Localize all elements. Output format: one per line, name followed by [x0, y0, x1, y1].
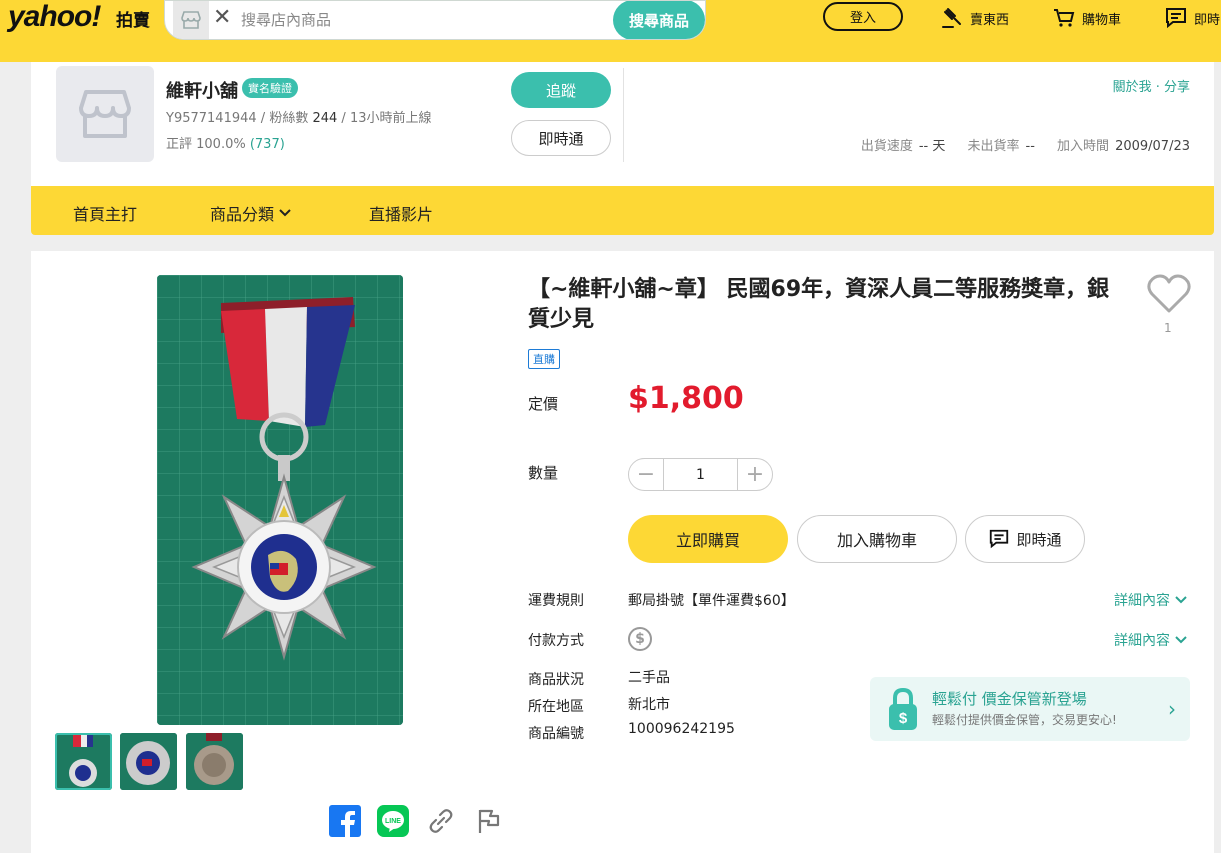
chat-icon	[1166, 8, 1186, 29]
chat-link[interactable]: 即時	[1164, 6, 1220, 30]
sell-link[interactable]: 賣東西	[940, 6, 1009, 30]
add-to-cart-button[interactable]: 加入購物車	[797, 515, 957, 563]
no-ship-value: --	[1025, 139, 1035, 154]
ship-speed-label: 出貨速度	[860, 139, 913, 154]
qty-label: 數量	[528, 464, 559, 482]
condition-label: 商品狀況	[528, 672, 584, 688]
thumbnail-2[interactable]	[120, 733, 177, 790]
join-value: 2009/07/23	[1115, 139, 1190, 154]
about-share-links[interactable]: 關於我 · 分享	[1113, 76, 1190, 95]
payment-label: 付款方式	[528, 633, 584, 649]
login-button[interactable]: 登入	[823, 2, 903, 31]
auction-logo-label[interactable]: 拍賣	[116, 6, 150, 31]
condition-value: 二手品	[628, 670, 670, 686]
thumbnail-3[interactable]	[186, 733, 243, 790]
rating-count[interactable]: (737)	[250, 137, 285, 152]
cart-link[interactable]: 購物車	[1052, 6, 1121, 30]
link-icon[interactable]	[424, 804, 458, 838]
shipping-value: 郵局掛號【單件運費$60】	[628, 593, 795, 609]
search-button[interactable]: 搜尋商品	[613, 1, 705, 39]
store-icon	[79, 90, 131, 138]
shipping-label: 運費規則	[528, 593, 584, 609]
direct-buy-badge: 直購	[528, 349, 560, 369]
lock-icon: $	[889, 687, 917, 730]
fans-label: 粉絲數	[269, 111, 309, 126]
divider	[623, 68, 624, 162]
svg-text:$: $	[899, 710, 908, 727]
store-name[interactable]: 維軒小舖	[166, 77, 238, 103]
qty-plus-button[interactable]: +	[738, 459, 772, 490]
tab-categories-label: 商品分類	[210, 205, 275, 224]
location-value: 新北市	[628, 697, 670, 713]
no-ship-label: 未出貨率	[967, 139, 1020, 154]
tab-home[interactable]: 首頁主打	[73, 201, 137, 225]
cart-icon	[1054, 9, 1075, 27]
product-card: LINE 【~維軒小舖~章】 民國69年，資深人員二等服務獎章，銀質少見 1 直…	[31, 251, 1214, 853]
payment-details-link[interactable]: 詳細內容	[1114, 630, 1188, 650]
report-flag-icon[interactable]	[472, 804, 506, 838]
favorite-heart-icon[interactable]	[1146, 273, 1192, 315]
product-chat-label: 即時通	[1016, 530, 1062, 549]
cart-label: 購物車	[1082, 12, 1122, 28]
tab-categories[interactable]: 商品分類	[210, 201, 292, 225]
verified-badge: 實名驗證	[242, 78, 298, 98]
chat-icon	[990, 529, 1009, 549]
store-rating: 正評 100.0% (737)	[166, 133, 285, 152]
item-no-value: 100096242195	[628, 721, 735, 737]
shipping-details-label: 詳細內容	[1114, 593, 1170, 609]
store-meta: Y9577141944 / 粉絲數 244 / 13小時前上線	[166, 111, 432, 126]
qty-input[interactable]: 1	[663, 459, 738, 490]
price-label: 定價	[528, 395, 559, 413]
product-title: 【~維軒小舖~章】 民國69年，資深人員二等服務獎章，銀質少見	[528, 277, 1110, 332]
payment-details-label: 詳細內容	[1114, 633, 1170, 649]
search-box: ✕ 搜尋商品	[164, 0, 706, 40]
store-card: 維軒小舖 實名驗證 Y9577141944 / 粉絲數 244 / 13小時前上…	[31, 62, 1214, 186]
easy-pay-promo[interactable]: $ 輕鬆付 價金保管新登場 輕鬆付提供價金保管，交易更安心! ›	[870, 677, 1190, 741]
clear-scope-icon[interactable]: ✕	[213, 5, 231, 30]
dollar-icon: $	[628, 627, 652, 651]
gavel-icon	[942, 8, 961, 28]
store-chat-button[interactable]: 即時通	[511, 120, 611, 156]
store-stats: 出貨速度 -- 天 未出貨率 -- 加入時間 2009/07/23	[861, 135, 1190, 154]
price-value: $1,800	[628, 381, 744, 416]
sell-label: 賣東西	[970, 12, 1010, 28]
buy-now-button[interactable]: 立即購買	[628, 515, 788, 563]
top-bar: yahoo! 拍賣 ✕ 搜尋商品 登入 賣東西 購物車 即時	[0, 0, 1221, 62]
chevron-down-icon	[1175, 636, 1187, 644]
ship-speed-value: -- 天	[918, 139, 946, 154]
item-no-label: 商品編號	[528, 726, 584, 742]
chevron-right-icon: ›	[1168, 697, 1176, 721]
last-online: 13小時前上線	[349, 111, 432, 126]
svg-text:LINE: LINE	[385, 818, 401, 825]
store-nav: 首頁主打 商品分類 直播影片	[31, 186, 1214, 235]
thumbnail-1[interactable]	[55, 733, 112, 790]
search-input[interactable]	[241, 6, 601, 34]
fans-count: 244	[312, 111, 338, 126]
promo-title: 輕鬆付 價金保管新登場	[932, 690, 1087, 708]
location-label: 所在地區	[528, 699, 584, 715]
tab-live[interactable]: 直播影片	[369, 201, 433, 225]
facebook-icon[interactable]	[328, 804, 362, 838]
store-scope-icon[interactable]	[173, 1, 209, 39]
chevron-down-icon	[279, 209, 291, 217]
chat-label: 即時	[1194, 12, 1221, 28]
qty-minus-button[interactable]: −	[629, 459, 663, 490]
join-label: 加入時間	[1057, 139, 1110, 154]
follow-button[interactable]: 追蹤	[511, 72, 611, 108]
rating-label: 正評 100.0%	[166, 137, 246, 152]
favorite-count: 1	[1164, 321, 1172, 335]
seller-id: Y9577141944	[166, 111, 257, 126]
shipping-details-link[interactable]: 詳細內容	[1114, 590, 1188, 610]
store-avatar[interactable]	[56, 66, 154, 162]
product-main-image[interactable]	[157, 275, 403, 725]
chevron-down-icon	[1175, 596, 1187, 604]
quantity-stepper: − 1 +	[628, 458, 773, 491]
promo-subtitle: 輕鬆付提供價金保管，交易更安心!	[932, 713, 1117, 727]
yahoo-logo[interactable]: yahoo!	[8, 0, 101, 34]
line-icon[interactable]: LINE	[376, 804, 410, 838]
product-chat-button[interactable]: 即時通	[965, 515, 1085, 563]
